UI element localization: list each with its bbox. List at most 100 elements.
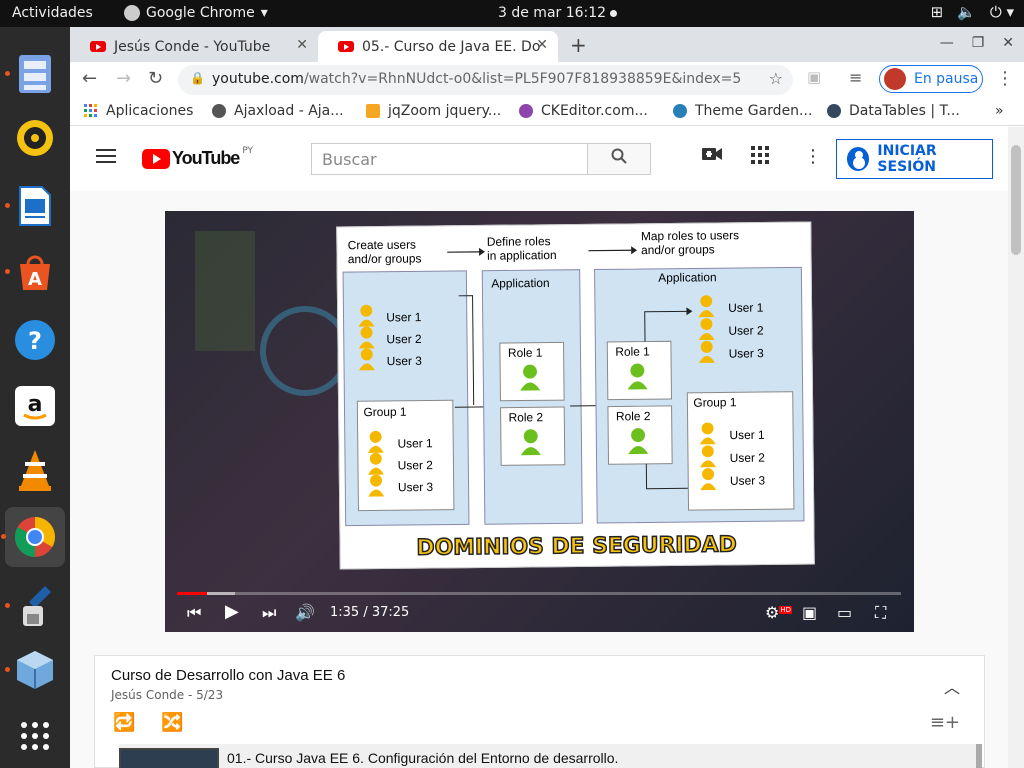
- role-1-mapped: Role 1: [615, 344, 650, 358]
- bookmark-jqzoom[interactable]: jqZoom jquery...: [366, 103, 501, 119]
- rhythmbox-icon[interactable]: [12, 115, 58, 161]
- tab-curso-java[interactable]: 05.- Curso de Java EE. Dor ✕: [318, 31, 558, 62]
- url-text: youtube.com/watch?v=RhnNUdct-o0&list=PL5…: [212, 71, 741, 87]
- forward-icon[interactable]: →: [116, 68, 131, 89]
- playlist-title[interactable]: Curso de Desarrollo con Java EE 6: [111, 667, 345, 684]
- profile-button[interactable]: En pausa: [879, 65, 983, 93]
- mapped-group-user-2: User 2: [730, 451, 766, 465]
- played-bar: [177, 592, 208, 595]
- app-menu[interactable]: Google Chrome ▾: [124, 5, 268, 21]
- extension-icon[interactable]: ▣: [807, 68, 821, 86]
- running-indicator: [1, 534, 6, 539]
- bookmark-star-icon[interactable]: ☆: [769, 69, 783, 88]
- sign-in-button[interactable]: INICIAR SESIÓN: [836, 139, 993, 179]
- next-icon[interactable]: ⏭: [262, 603, 276, 623]
- new-tab-icon[interactable]: +: [570, 33, 587, 57]
- volume-icon: 🔈: [957, 3, 976, 21]
- bookmark-label: Ajaxload - Aja...: [234, 103, 344, 119]
- page-scrollbar[interactable]: [1008, 127, 1024, 768]
- tab-jesus-conde[interactable]: Jesús Conde - YouTube ✕: [70, 31, 318, 62]
- running-indicator: [5, 71, 10, 76]
- settings-more-icon[interactable]: ⋮: [804, 146, 822, 167]
- play-icon[interactable]: ▶: [225, 601, 239, 622]
- playlist-item-title: 01.- Curso Java EE 6. Configuración del …: [227, 750, 619, 766]
- user-1: User 1: [386, 310, 422, 324]
- amazon-icon[interactable]: a: [12, 383, 58, 429]
- scrollbar-thumb[interactable]: [1011, 145, 1021, 255]
- header-create-1: Create users: [348, 238, 416, 253]
- chrome-app-icon: [124, 5, 140, 21]
- svg-text:a: a: [28, 392, 43, 417]
- volume-icon[interactable]: 🔊: [295, 603, 315, 622]
- create-video-icon[interactable]: [702, 146, 722, 167]
- group-label: Group 1: [363, 405, 407, 419]
- country-code: PY: [242, 145, 254, 156]
- more-bookmarks-icon[interactable]: »: [995, 103, 1004, 119]
- mapped-user-2: User 2: [728, 323, 764, 337]
- bookmark-ajaxload[interactable]: Ajaxload - Aja...: [212, 103, 344, 119]
- video-player[interactable]: Create users and/or groups Define roles …: [165, 211, 914, 632]
- menu-icon[interactable]: [96, 149, 116, 163]
- maximize-icon[interactable]: ❐: [972, 35, 985, 51]
- bookmark-datatables[interactable]: DataTables | T...: [827, 103, 960, 119]
- fullscreen-icon[interactable]: ⛶: [875, 603, 886, 623]
- background-sign: [195, 231, 255, 351]
- settings-gear-icon[interactable]: ⚙HD: [765, 603, 792, 622]
- progress-bar[interactable]: [177, 592, 901, 595]
- app-menu-label: Google Chrome: [146, 5, 255, 21]
- bookmark-theme-garden[interactable]: Theme Garden...: [673, 103, 812, 119]
- activities-button[interactable]: Actividades: [12, 5, 93, 21]
- playlist-scrollbar[interactable]: [976, 744, 982, 768]
- close-tab-icon[interactable]: ✕: [296, 37, 308, 53]
- search-icon: [611, 148, 627, 164]
- chrome-menu-icon[interactable]: ⋮: [996, 68, 1014, 89]
- header-map-2: and/or groups: [641, 242, 715, 257]
- playlist-item[interactable]: 01.- Curso Java EE 6. Configuración del …: [119, 744, 976, 768]
- tab-strip: Jesús Conde - YouTube ✕ 05.- Curso de Ja…: [70, 27, 1024, 62]
- close-window-icon[interactable]: ✕: [1002, 35, 1014, 51]
- clock[interactable]: 3 de mar 16:12: [498, 5, 618, 21]
- bookmark-apps[interactable]: Aplicaciones: [84, 103, 193, 119]
- previous-icon[interactable]: ⏮: [187, 603, 201, 623]
- close-tab-icon[interactable]: ✕: [536, 37, 548, 53]
- back-icon[interactable]: ←: [82, 68, 97, 89]
- help-icon[interactable]: ?: [12, 317, 58, 363]
- system-tray[interactable]: ⊞ 🔈 ⏻ ▾: [931, 3, 1014, 21]
- youtube-logo[interactable]: YouTube PY: [142, 145, 254, 169]
- files-icon[interactable]: [5, 51, 58, 97]
- logo-text: YouTube: [172, 148, 240, 168]
- writer-icon[interactable]: [5, 183, 58, 229]
- search-button[interactable]: [587, 143, 651, 175]
- virtualbox-icon[interactable]: [5, 647, 58, 693]
- software-center-icon[interactable]: A: [5, 249, 58, 295]
- user-3: User 3: [387, 354, 423, 368]
- account-icon: [847, 147, 870, 171]
- video-thumbnail: [119, 748, 219, 768]
- youtube-favicon-icon: [338, 41, 354, 52]
- collapse-icon[interactable]: ︿: [944, 674, 960, 698]
- bookmark-ckeditor[interactable]: CKEditor.com...: [519, 103, 648, 119]
- apps-icon[interactable]: [751, 146, 769, 169]
- group-user-3: User 3: [398, 480, 434, 494]
- minimize-icon[interactable]: —: [940, 35, 954, 51]
- shuffle-icon[interactable]: 🔀: [161, 712, 183, 733]
- media-control-icon[interactable]: ≡: [849, 68, 862, 87]
- theater-mode-icon[interactable]: ▭: [837, 603, 852, 622]
- chrome-icon[interactable]: [1, 507, 65, 567]
- miniplayer-icon[interactable]: ▣: [802, 603, 817, 622]
- loop-icon[interactable]: 🔁: [113, 712, 135, 733]
- address-bar[interactable]: 🔒 youtube.com/watch?v=RhnNUdct-o0&list=P…: [178, 65, 793, 95]
- role-2-mapped: Role 2: [616, 409, 651, 423]
- mapped-group-user-3: User 3: [730, 473, 766, 487]
- ckeditor-icon: [519, 104, 533, 118]
- vlc-icon[interactable]: [12, 447, 58, 493]
- show-apps-icon[interactable]: [12, 713, 58, 759]
- save-playlist-icon[interactable]: ≡+: [930, 712, 960, 733]
- reload-icon[interactable]: ↻: [148, 68, 163, 89]
- theme-garden-icon: [673, 104, 687, 118]
- inkscape-icon[interactable]: [5, 583, 58, 629]
- application-label-1: Application: [491, 276, 549, 291]
- profile-status: En pausa: [914, 71, 979, 87]
- tab-title: Jesús Conde - YouTube: [114, 38, 271, 55]
- search-input[interactable]: Buscar: [311, 143, 588, 175]
